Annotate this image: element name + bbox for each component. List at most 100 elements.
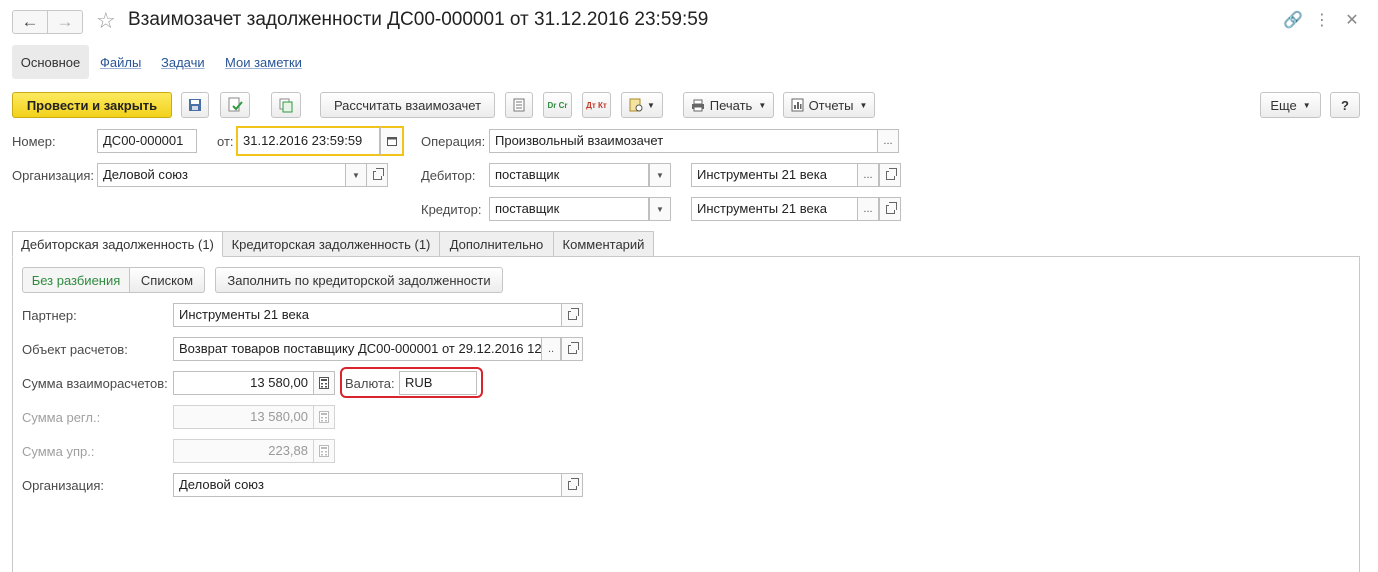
list-toggle[interactable]: Списком <box>129 267 205 293</box>
chevron-down-icon: ▼ <box>1302 100 1311 110</box>
sum-regulated-label: Сумма регл.: <box>22 410 101 425</box>
arrow-left-icon: ← <box>21 12 39 31</box>
calendar-button[interactable] <box>380 126 404 156</box>
nav-tasks[interactable]: Задачи <box>161 55 205 70</box>
post-document-icon <box>228 97 243 112</box>
settlement-object-label: Объект расчетов: <box>22 342 128 357</box>
chevron-down-icon: ▼ <box>758 100 767 110</box>
close-icon[interactable]: ✕ <box>1342 10 1362 30</box>
print-button[interactable]: Печать ▼ <box>683 92 774 118</box>
reports-label: Отчеты <box>808 97 854 113</box>
partner-label: Партнер: <box>22 308 77 323</box>
nav-files[interactable]: Файлы <box>100 55 141 70</box>
open-icon <box>372 167 384 180</box>
partner-field[interactable]: Инструменты 21 века <box>173 303 563 327</box>
more-actions-button[interactable]: Еще ▼ <box>1260 92 1321 118</box>
chevron-down-icon: ▼ <box>656 204 664 214</box>
printer-icon <box>691 99 704 111</box>
nav-main[interactable]: Основное <box>12 45 89 79</box>
creditor-type-field[interactable]: поставщик <box>489 197 649 221</box>
creditor-select-button[interactable]: ... <box>857 197 879 221</box>
open-icon <box>567 307 579 320</box>
calculator-button[interactable] <box>313 371 335 395</box>
settlement-object-field[interactable]: Возврат товаров поставщику ДС00-000001 о… <box>173 337 543 361</box>
copy-document-button[interactable] <box>271 92 301 118</box>
save-button[interactable] <box>181 92 209 118</box>
more-actions-label: Еще <box>1270 97 1297 113</box>
currency-highlight <box>340 367 483 398</box>
help-button[interactable]: ? <box>1330 92 1360 118</box>
debtor-select-button[interactable]: ... <box>857 163 879 187</box>
organization-dropdown-button[interactable]: ▼ <box>345 163 367 187</box>
page-title: Взаимозачет задолженности ДС00-000001 от… <box>128 9 709 30</box>
nav-notes[interactable]: Мои заметки <box>225 55 302 70</box>
number-label: Номер: <box>12 134 56 149</box>
chevron-down-icon: ▼ <box>656 170 664 180</box>
organization-field[interactable]: Деловой союз <box>97 163 347 187</box>
forward-button[interactable]: → <box>47 10 83 34</box>
reports-button[interactable]: Отчеты ▼ <box>783 92 875 118</box>
partner-open-button[interactable] <box>561 303 583 327</box>
ellipsis-icon: ... <box>883 135 893 147</box>
favorite-star-icon[interactable]: ☆ <box>96 8 116 34</box>
organization-open-button[interactable] <box>366 163 388 187</box>
settlement-sum-field[interactable]: 13 580,00 <box>173 371 314 395</box>
number-field[interactable]: ДС00-000001 <box>97 129 197 153</box>
chevron-down-icon: ▼ <box>647 100 655 110</box>
ellipsis-icon: .. <box>547 343 555 355</box>
back-button[interactable]: ← <box>12 10 48 34</box>
arrow-right-icon: → <box>56 12 74 31</box>
calculator-icon <box>319 377 329 389</box>
settlement-object-open-button[interactable] <box>561 337 583 361</box>
copy-document-icon <box>279 98 293 113</box>
dr-cr-button[interactable]: Dr Cr <box>543 92 572 118</box>
more-icon[interactable]: ⋮ <box>1312 10 1332 30</box>
debtor-field[interactable]: Инструменты 21 века <box>691 163 859 187</box>
calculator-button-disabled <box>313 405 335 429</box>
debtor-type-field[interactable]: поставщик <box>489 163 649 187</box>
related-docs-button[interactable]: ▼ <box>621 92 663 118</box>
creditor-open-button[interactable] <box>879 197 901 221</box>
operation-label: Операция: <box>421 134 486 149</box>
no-split-toggle[interactable]: Без разбиения <box>22 267 130 293</box>
organization-label: Организация: <box>12 168 95 183</box>
post-button[interactable] <box>220 92 250 118</box>
tab-comment[interactable]: Комментарий <box>553 231 654 257</box>
calculator-icon <box>319 445 329 457</box>
dt-kt-button[interactable]: Дт Кт <box>582 92 611 118</box>
creditor-label: Кредитор: <box>421 202 482 217</box>
panel-organization-open-button[interactable] <box>561 473 583 497</box>
date-label: от: <box>217 134 234 149</box>
date-field[interactable]: 31.12.2016 23:59:59 <box>236 126 381 156</box>
debtor-type-dropdown-button[interactable]: ▼ <box>649 163 671 187</box>
calculator-button-disabled <box>313 439 335 463</box>
journal-button[interactable] <box>505 92 533 118</box>
tab-receivables[interactable]: Дебиторская задолженность (1) <box>12 231 223 257</box>
panel-organization-field[interactable]: Деловой союз <box>173 473 563 497</box>
fill-by-payables-button[interactable]: Заполнить по кредиторской задолженности <box>215 267 503 293</box>
chevron-down-icon: ▼ <box>859 100 868 110</box>
sum-management-field: 223,88 <box>173 439 314 463</box>
ellipsis-icon: ... <box>863 169 873 181</box>
debtor-label: Дебитор: <box>421 168 476 183</box>
creditor-field[interactable]: Инструменты 21 века <box>691 197 859 221</box>
settlement-sum-label: Сумма взаиморасчетов: <box>22 376 168 391</box>
post-close-button[interactable]: Провести и закрыть <box>12 92 172 118</box>
link-icon[interactable]: 🔗 <box>1283 10 1303 30</box>
sum-management-label: Сумма упр.: <box>22 444 95 459</box>
report-icon <box>791 98 804 112</box>
ellipsis-icon: ... <box>863 203 873 215</box>
operation-field[interactable]: Произвольный взаимозачет <box>489 129 879 153</box>
open-icon <box>567 477 579 490</box>
save-icon <box>189 99 201 111</box>
operation-select-button[interactable]: ... <box>877 129 899 153</box>
dr-cr-icon: Dr Cr <box>547 100 568 110</box>
tab-payables[interactable]: Кредиторская задолженность (1) <box>222 231 440 257</box>
calculate-button[interactable]: Рассчитать взаимозачет <box>320 92 495 118</box>
open-icon <box>885 201 897 214</box>
settlement-object-select-button[interactable]: .. <box>541 337 561 361</box>
related-documents-icon <box>629 98 643 112</box>
tab-additional[interactable]: Дополнительно <box>439 231 554 257</box>
creditor-type-dropdown-button[interactable]: ▼ <box>649 197 671 221</box>
debtor-open-button[interactable] <box>879 163 901 187</box>
